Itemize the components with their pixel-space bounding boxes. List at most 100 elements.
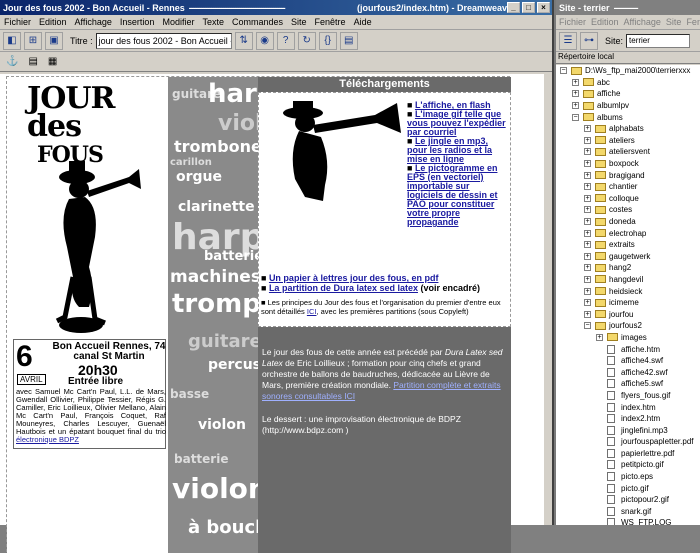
split-view-icon[interactable]: ⊞ (24, 31, 42, 50)
script-marker-icon[interactable]: ▤ (28, 56, 37, 67)
view-options-icon[interactable]: ▤ (339, 31, 358, 50)
tree-expand-toggle[interactable]: + (584, 310, 591, 318)
tree-folder[interactable]: + hang2 (556, 262, 700, 274)
tree-folder[interactable]: + alphabats (556, 123, 700, 135)
site-menu-site[interactable]: Site (666, 17, 682, 27)
tree-folder[interactable]: + heidsieck (556, 285, 700, 297)
site-map-icon[interactable]: ⊶ (580, 31, 598, 50)
tree-expand-toggle[interactable]: + (584, 148, 591, 156)
site-menu-edition[interactable]: Edition (591, 17, 619, 27)
tree-folder[interactable]: + images (556, 332, 700, 344)
anchor-marker-icon[interactable]: ⚓ (6, 56, 18, 67)
tree-folder[interactable]: − D:\Ws_ftp_mai2000\terrierxxx (556, 65, 700, 77)
design-view-icon[interactable]: ▣ (45, 31, 63, 50)
tree-expand-toggle[interactable]: + (584, 218, 591, 226)
tree-expand-toggle[interactable]: − (572, 113, 579, 121)
tree-expand-toggle[interactable]: + (584, 125, 591, 133)
minimize-button[interactable]: _ (507, 2, 520, 13)
tree-folder[interactable]: + affiche (556, 88, 700, 100)
gif-image-link[interactable]: L'image gif telle que vous pouvez l'expé… (407, 109, 506, 137)
tree-expand-toggle[interactable]: + (584, 252, 591, 260)
tree-file[interactable]: affiche4.swf (556, 355, 700, 367)
tree-expand-toggle[interactable]: + (584, 136, 591, 144)
menu-commandes[interactable]: Commandes (232, 17, 283, 27)
close-button[interactable]: × (537, 2, 550, 13)
tree-file[interactable]: jourfouspapletter.pdf (556, 436, 700, 448)
menu-fichier[interactable]: Fichier (4, 17, 31, 27)
refresh-icon[interactable]: ↻ (297, 31, 316, 50)
tree-expand-toggle[interactable]: + (572, 102, 579, 110)
tree-expand-toggle[interactable]: + (572, 90, 579, 98)
tree-folder[interactable]: + ateliersvent (556, 146, 700, 158)
comment-marker-icon[interactable]: ▦ (48, 56, 57, 67)
document-design-view[interactable]: JOUR des FOUS 6 AVRIL Bon Accueil Rennes… (0, 74, 552, 553)
tree-expand-toggle[interactable]: + (584, 171, 591, 179)
tree-file[interactable]: index2.htm (556, 413, 700, 425)
tree-file[interactable]: picto.gif (556, 482, 700, 494)
tree-folder[interactable]: + albumlpv (556, 100, 700, 112)
tree-expand-toggle[interactable]: + (572, 78, 579, 86)
menu-edition[interactable]: Edition (39, 17, 67, 27)
tree-expand-toggle[interactable]: + (584, 299, 591, 307)
tree-folder[interactable]: + gaugetwerk (556, 251, 700, 263)
tree-expand-toggle[interactable]: + (584, 206, 591, 214)
file-management-icon[interactable]: ⇅ (234, 31, 253, 50)
tree-folder[interactable]: − albums (556, 111, 700, 123)
tree-folder[interactable]: + jourfou (556, 308, 700, 320)
site-menu-affichage[interactable]: Affichage (624, 17, 661, 27)
letter-paper-link[interactable]: Un papier à lettres jour des fous, en pd… (269, 273, 439, 283)
site-menu-fichier[interactable]: Fichier (559, 17, 586, 27)
main-titlebar[interactable]: Jour des fous 2002 - Bon Accueil - Renne… (0, 0, 552, 15)
site-select[interactable]: terrier (626, 33, 691, 48)
menu-fenetre[interactable]: Fenêtre (315, 17, 346, 27)
tree-folder[interactable]: + colloque (556, 193, 700, 205)
menu-texte[interactable]: Texte (202, 17, 224, 27)
menu-affichage[interactable]: Affichage (75, 17, 112, 27)
site-file-tree[interactable]: − D:\Ws_ftp_mai2000\terrierxxx + abc + affich… (556, 65, 700, 525)
tree-folder[interactable]: + costes (556, 204, 700, 216)
menu-insertion[interactable]: Insertion (120, 17, 155, 27)
tree-expand-toggle[interactable]: + (584, 264, 591, 272)
jingle-mp3-link[interactable]: Le jingle en mp3, pour les radios et la … (407, 136, 492, 164)
tree-file[interactable]: affiche5.swf (556, 378, 700, 390)
tree-folder[interactable]: + abc (556, 77, 700, 89)
code-view-icon[interactable]: ◧ (3, 31, 21, 50)
vertical-scrollbar[interactable] (544, 74, 552, 525)
tree-expand-toggle[interactable]: + (584, 183, 591, 191)
tree-file[interactable]: affiche.htm (556, 343, 700, 355)
tree-file[interactable]: papierlettre.pdf (556, 448, 700, 460)
tree-expand-toggle[interactable]: − (584, 322, 591, 330)
tree-file[interactable]: pictopour2.gif (556, 494, 700, 506)
tree-folder[interactable]: − jourfous2 (556, 320, 700, 332)
tree-folder[interactable]: + extraits (556, 239, 700, 251)
tree-file[interactable]: index.htm (556, 401, 700, 413)
tree-folder[interactable]: + ateliers (556, 135, 700, 147)
tree-expand-toggle[interactable]: + (584, 160, 591, 168)
site-titlebar[interactable]: Site - terrier ------------ (556, 0, 700, 15)
bdpz-link[interactable]: électronique BDPZ (16, 435, 79, 444)
tree-file[interactable]: WS_FTP.LOG (556, 517, 700, 525)
tree-expand-toggle[interactable]: + (584, 241, 591, 249)
tree-folder[interactable]: + electrohap (556, 227, 700, 239)
reference-icon[interactable]: ? (276, 31, 295, 50)
tree-file[interactable]: affiche42.swf (556, 366, 700, 378)
tree-file[interactable]: petitpicto.gif (556, 459, 700, 471)
tree-folder[interactable]: + chantier (556, 181, 700, 193)
menu-aide[interactable]: Aide (354, 17, 372, 27)
tree-expand-toggle[interactable]: + (584, 229, 591, 237)
score-link[interactable]: La partition de Dura latex sed latex (269, 283, 418, 293)
tree-file[interactable]: flyers_fous.gif (556, 390, 700, 402)
tree-file[interactable]: snark.gif (556, 506, 700, 518)
tree-file[interactable]: jinglefini.mp3 (556, 424, 700, 436)
tree-file[interactable]: picto.eps (556, 471, 700, 483)
menu-modifier[interactable]: Modifier (162, 17, 194, 27)
tree-folder[interactable]: + icimeme (556, 297, 700, 309)
tree-expand-toggle[interactable]: + (584, 287, 591, 295)
site-files-icon[interactable]: ☰ (559, 31, 577, 50)
tree-folder[interactable]: + boxpock (556, 158, 700, 170)
menu-site[interactable]: Site (291, 17, 307, 27)
tree-expand-toggle[interactable]: + (584, 194, 591, 202)
tree-expand-toggle[interactable]: + (584, 275, 591, 283)
maximize-button[interactable]: □ (522, 2, 535, 13)
tree-expand-toggle[interactable]: − (560, 67, 567, 75)
